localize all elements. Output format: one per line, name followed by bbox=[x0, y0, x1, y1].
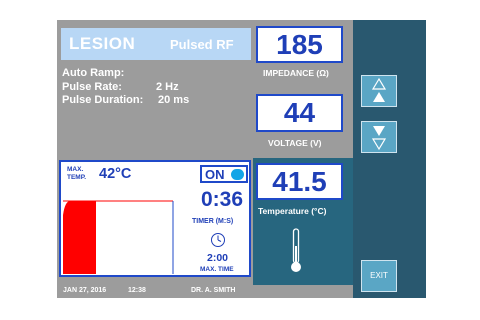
footer-date: JAN 27, 2016 bbox=[63, 287, 107, 294]
impedance-display: 185 bbox=[256, 26, 343, 63]
exit-button[interactable]: EXIT bbox=[361, 260, 397, 292]
temperature-display: 41.5 bbox=[256, 163, 343, 200]
temperature-value: 41.5 bbox=[272, 166, 327, 197]
increase-button[interactable] bbox=[361, 75, 397, 107]
on-label: ON bbox=[205, 167, 225, 182]
thermometer-icon bbox=[291, 228, 301, 272]
impedance-value: 185 bbox=[276, 29, 323, 60]
voltage-display: 44 bbox=[256, 94, 343, 132]
param-label: Pulse Rate: bbox=[62, 80, 122, 93]
triangle-down-icon bbox=[371, 126, 387, 151]
mode-title: LESION bbox=[69, 34, 136, 53]
max-time-value: 2:00 bbox=[207, 252, 229, 264]
on-status-light bbox=[231, 169, 244, 180]
param-pulse-duration: Pulse Duration: 20 ms bbox=[62, 94, 189, 108]
param-label: Pulse Duration: bbox=[62, 94, 144, 106]
clock-icon bbox=[211, 233, 225, 247]
decrease-button[interactable] bbox=[361, 121, 397, 153]
param-label: Auto Ramp: bbox=[62, 67, 125, 79]
timer-value: 0:36 bbox=[201, 188, 244, 211]
timer-label: TIMER (M:S) bbox=[192, 218, 234, 225]
param-value: 20 ms bbox=[158, 94, 190, 106]
max-temp-label: MAX. TEMP. bbox=[67, 166, 87, 181]
max-time-label: MAX. TIME bbox=[200, 266, 234, 273]
param-auto-ramp: Auto Ramp: bbox=[62, 67, 143, 81]
footer-time: 12:38 bbox=[128, 287, 146, 294]
lesion-progress-panel: MAX. TEMP. 42°C ON 0:36 TIMER (M:S) 2:00… bbox=[59, 160, 251, 277]
triangle-up-icon bbox=[371, 77, 387, 102]
rf-on-indicator[interactable]: ON bbox=[200, 165, 248, 183]
temperature-label: Temperature (°C) bbox=[258, 206, 327, 216]
footer-user: DR. A. SMITH bbox=[191, 287, 236, 294]
parameter-list: Auto Ramp: Pulse Rate: 2 Hz Pulse Durati… bbox=[62, 67, 189, 108]
voltage-label: VOLTAGE (V) bbox=[268, 138, 322, 148]
max-temp-value: 42°C bbox=[99, 166, 132, 182]
elapsed-temperature-area bbox=[63, 201, 96, 274]
control-sidebar bbox=[353, 20, 426, 298]
param-value: 2 Hz bbox=[156, 80, 179, 93]
param-pulse-rate: Pulse Rate: 2 Hz bbox=[62, 80, 179, 95]
mode-header: LESION Pulsed RF bbox=[61, 28, 251, 60]
voltage-value: 44 bbox=[283, 97, 316, 128]
impedance-label: IMPEDANCE (Ω) bbox=[263, 68, 329, 78]
mode-subtitle: Pulsed RF bbox=[170, 37, 234, 52]
temperature-progress-graph bbox=[63, 200, 174, 274]
